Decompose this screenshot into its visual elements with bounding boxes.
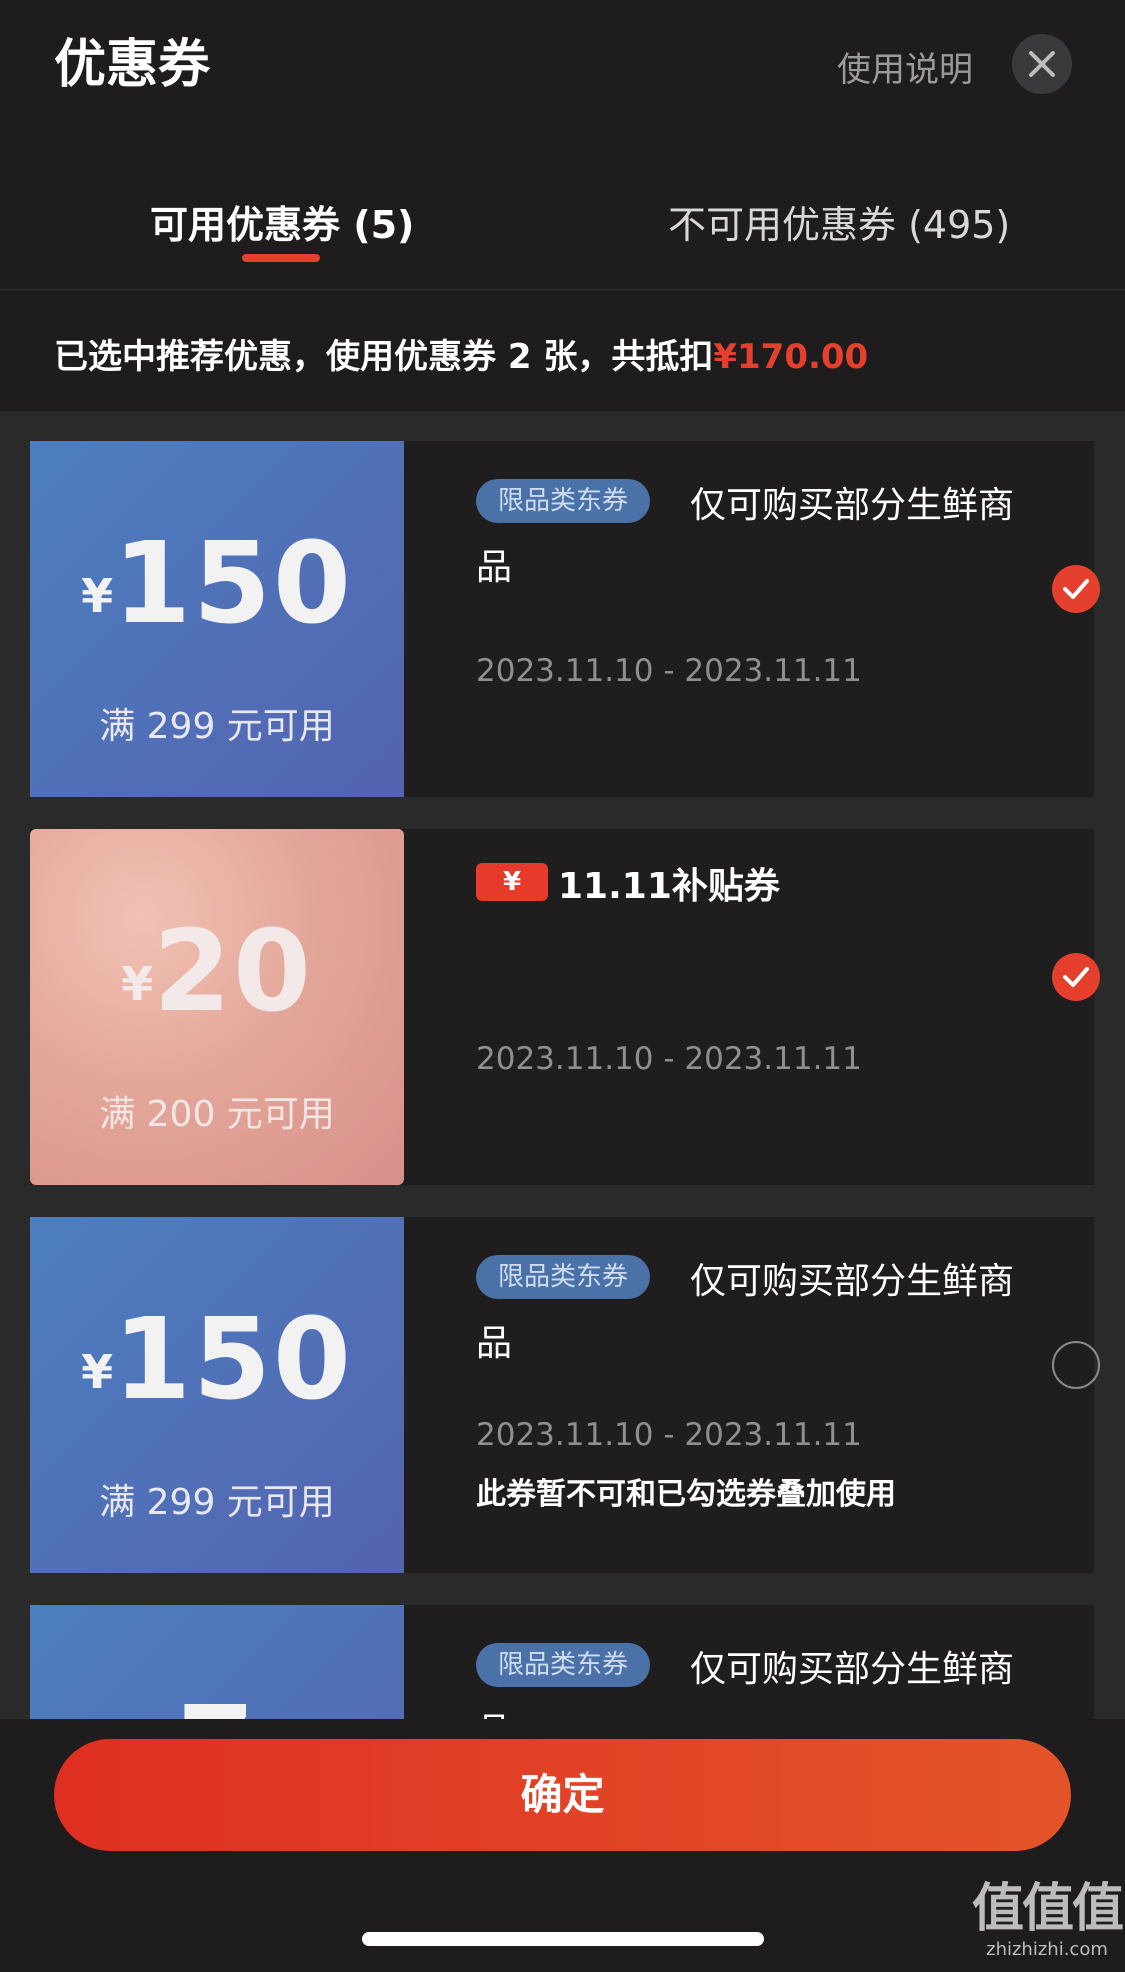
usage-instructions-link[interactable]: 使用说明	[837, 42, 973, 91]
sheet-header: 优惠券 使用说明	[0, 0, 1125, 120]
home-indicator[interactable]	[362, 1932, 764, 1946]
category-tag: 限品类东券	[476, 1255, 651, 1299]
coupon-card[interactable]: ¥20 满 200 元可用 ¥ 11.11补贴券 2023.11.10 - 20…	[30, 829, 1100, 1185]
tab-unavailable[interactable]: 不可用优惠券 (495)	[668, 194, 1010, 249]
confirm-button[interactable]: 确定	[54, 1739, 1071, 1851]
coupon-condition: 满 299 元可用	[99, 1482, 335, 1523]
coupon-checkbox[interactable]	[1052, 1341, 1100, 1389]
subsidy-badge-symbol: ¥	[502, 867, 522, 897]
currency-symbol: ¥	[81, 1345, 114, 1399]
selection-summary: 已选中推荐优惠，使用优惠券 2 张，共抵扣¥170.00	[0, 291, 1125, 411]
amount-value: 150	[113, 519, 353, 649]
close-button[interactable]	[1012, 34, 1072, 94]
amount-value: 20	[153, 907, 313, 1037]
category-tag: 限品类东券	[476, 479, 651, 523]
coupon-card[interactable]: ¥150 满 299 元可用 仅可购买部分生鲜商品 限品类东券 2023.11.…	[30, 1217, 1100, 1573]
validity-dates: 2023.11.10 - 2023.11.11	[476, 1417, 862, 1453]
coupon-details: 仅可购买部分生鲜商品 限品类东券 2023.11.10 - 2023.11.11…	[404, 1217, 1100, 1573]
active-tab-indicator	[242, 254, 320, 262]
category-tag: 限品类东券	[476, 1643, 651, 1687]
coupon-condition: 满 200 元可用	[99, 1094, 335, 1135]
stacking-warning: 此券暂不可和已勾选券叠加使用	[476, 1477, 896, 1512]
coupon-amount: 7	[30, 1683, 404, 1719]
coupon-amount: ¥150	[30, 1295, 404, 1425]
watermark-logo: 值值值	[972, 1879, 1124, 1939]
coupon-amount: ¥20	[30, 907, 404, 1037]
footer-bar: 确定 值值值 zhizhizhi.com	[0, 1719, 1125, 1972]
coupon-value-panel: 7	[30, 1605, 404, 1719]
coupon-value-panel: ¥150 满 299 元可用	[30, 1217, 404, 1573]
summary-amount: ¥170.00	[713, 337, 869, 377]
checkmark-icon	[1063, 967, 1089, 987]
amount-value: 150	[113, 1295, 353, 1425]
coupon-tabs: 可用优惠券 (5) 不可用优惠券 (495)	[0, 150, 1125, 290]
coupon-checkbox[interactable]	[1052, 953, 1100, 1001]
tab-available[interactable]: 可用优惠券 (5)	[150, 194, 414, 249]
watermark: 值值值 zhizhizhi.com	[972, 1879, 1124, 1961]
summary-label: 已选中推荐优惠，使用优惠券 2 张，共抵扣	[54, 337, 714, 377]
coupon-condition: 满 299 元可用	[99, 706, 335, 747]
validity-dates: 2023.11.10 - 2023.11.11	[476, 1041, 862, 1077]
validity-dates: 2023.11.10 - 2023.11.11	[476, 653, 862, 689]
coupon-details: 仅可购买部分生鲜商品 限品类东券	[404, 1605, 1094, 1719]
amount-value: 7	[177, 1683, 257, 1719]
coupon-list[interactable]: ¥150 满 299 元可用 仅可购买部分生鲜商品 限品类东券 2023.11.…	[0, 411, 1125, 1719]
currency-symbol: ¥	[121, 957, 154, 1011]
subsidy-badge-icon: ¥	[476, 863, 548, 901]
coupon-details: 仅可购买部分生鲜商品 限品类东券 2023.11.10 - 2023.11.11	[404, 441, 1100, 797]
coupon-card[interactable]: 7 仅可购买部分生鲜商品 限品类东券	[30, 1605, 1094, 1719]
coupon-card[interactable]: ¥150 满 299 元可用 仅可购买部分生鲜商品 限品类东券 2023.11.…	[30, 441, 1100, 797]
coupon-value-panel: ¥150 满 299 元可用	[30, 441, 404, 797]
page-title: 优惠券	[54, 35, 211, 95]
coupon-checkbox[interactable]	[1052, 565, 1100, 613]
currency-symbol: ¥	[81, 569, 114, 623]
watermark-url: zhizhizhi.com	[986, 1939, 1108, 1960]
subsidy-coupon-title: 11.11补贴券	[558, 866, 780, 907]
checkmark-icon	[1063, 579, 1089, 599]
coupon-amount: ¥150	[30, 519, 404, 649]
coupon-details: ¥ 11.11补贴券 2023.11.10 - 2023.11.11	[404, 829, 1100, 1185]
summary-text: 已选中推荐优惠，使用优惠券 2 张，共抵扣¥170.00	[54, 329, 868, 378]
close-icon	[1029, 51, 1055, 77]
coupon-value-panel: ¥20 满 200 元可用	[30, 829, 404, 1185]
